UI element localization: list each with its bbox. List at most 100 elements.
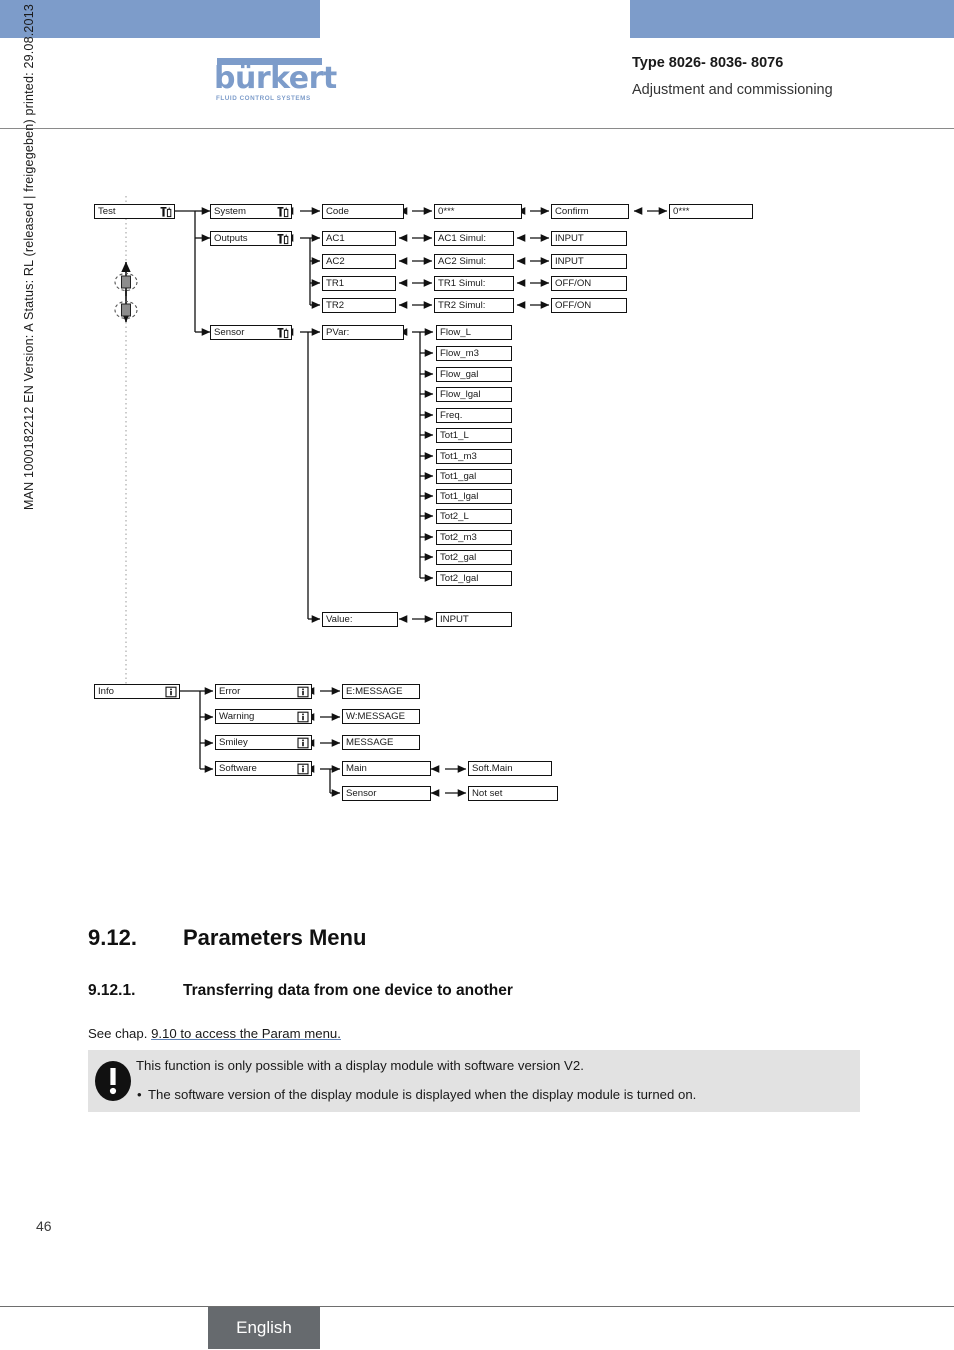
pvar-option-label: Flow_gal <box>440 369 479 380</box>
menu-label-test: Test <box>98 206 116 217</box>
note-bullet-marker: • <box>137 1087 142 1102</box>
menu-box-software[interactable]: Software <box>215 761 312 776</box>
menu-box-code-value[interactable]: 0*** <box>434 204 522 219</box>
pvar-option[interactable]: Tot2_lgal <box>436 571 512 586</box>
see-chapter-link[interactable]: 9.10 to access the Param menu. <box>151 1026 341 1041</box>
pvar-option-label: Tot1_L <box>440 430 469 441</box>
nav-button-down-icon <box>114 300 138 320</box>
menu-label-tr2-value: OFF/ON <box>555 300 592 311</box>
menu-box-tr2-simul[interactable]: TR2 Simul: <box>434 298 514 313</box>
info-icon <box>165 686 177 698</box>
section-heading: 9.12. Parameters Menu <box>88 925 366 951</box>
menu-box-pvar[interactable]: PVar: <box>322 325 404 340</box>
burkert-logo: bürkert FLUID CONTROL SYSTEMS <box>214 58 337 102</box>
subsection-title: Transferring data from one device to ano… <box>183 982 513 999</box>
pvar-option[interactable]: Freq. <box>436 408 512 423</box>
header-divider <box>0 128 954 129</box>
menu-box-info[interactable]: Info <box>94 684 180 699</box>
menu-box-ac1-simul[interactable]: AC1 Simul: <box>434 231 514 246</box>
test-tool-icon <box>277 233 289 245</box>
menu-label-value: Value: <box>326 614 353 625</box>
menu-box-value-input[interactable]: INPUT <box>436 612 512 627</box>
menu-label-sensor: Sensor <box>214 327 245 338</box>
pvar-option-label: Flow_L <box>440 327 471 338</box>
menu-box-tr1-simul[interactable]: TR1 Simul: <box>434 276 514 291</box>
footer-divider <box>0 1306 954 1307</box>
info-icon <box>297 711 309 723</box>
menu-box-tr2-value[interactable]: OFF/ON <box>551 298 627 313</box>
menu-box-ac2[interactable]: AC2 <box>322 254 396 269</box>
pvar-option[interactable]: Flow_m3 <box>436 346 512 361</box>
menu-box-smiley-message[interactable]: MESSAGE <box>342 735 420 750</box>
menu-box-ac2-simul[interactable]: AC2 Simul: <box>434 254 514 269</box>
menu-box-warning[interactable]: Warning <box>215 709 312 724</box>
pvar-option[interactable]: Flow_gal <box>436 367 512 382</box>
menu-box-software-main[interactable]: Main <box>342 761 431 776</box>
pvar-option-label: Tot2_L <box>440 511 469 522</box>
menu-box-software-sensor[interactable]: Sensor <box>342 786 431 801</box>
margin-document-id: MAN 1000182212 EN Version: A Status: RL … <box>22 3 36 510</box>
menu-label-info: Info <box>98 686 115 697</box>
menu-label-software-sensor: Sensor <box>346 788 377 799</box>
menu-label-confirm-value: 0*** <box>673 206 690 217</box>
menu-box-software-sensor-value[interactable]: Not set <box>468 786 558 801</box>
menu-box-smiley[interactable]: Smiley <box>215 735 312 750</box>
pvar-option[interactable]: Flow_L <box>436 325 512 340</box>
page-number: 46 <box>36 1218 52 1234</box>
subsection-number: 9.12.1. <box>88 982 136 999</box>
menu-box-tr2[interactable]: TR2 <box>322 298 396 313</box>
pvar-option[interactable]: Tot1_L <box>436 428 512 443</box>
pvar-option[interactable]: Tot1_gal <box>436 469 512 484</box>
footer-language-badge: English <box>208 1307 320 1349</box>
menu-box-tr1-value[interactable]: OFF/ON <box>551 276 627 291</box>
menu-box-confirm[interactable]: Confirm <box>551 204 629 219</box>
menu-box-ac1-value[interactable]: INPUT <box>551 231 627 246</box>
menu-label-tr2: TR2 <box>326 300 345 311</box>
test-tool-icon <box>277 206 289 218</box>
pvar-option-label: Freq. <box>440 410 463 421</box>
menu-box-test[interactable]: Test <box>94 204 175 219</box>
note-callout: This function is only possible with a di… <box>88 1050 860 1112</box>
pvar-option[interactable]: Tot1_m3 <box>436 449 512 464</box>
menu-box-tr1[interactable]: TR1 <box>322 276 396 291</box>
header-bar-right <box>630 0 954 38</box>
menu-label-pvar: PVar: <box>326 327 350 338</box>
menu-box-system[interactable]: System <box>210 204 292 219</box>
menu-box-software-main-value[interactable]: Soft.Main <box>468 761 552 776</box>
pvar-option[interactable]: Flow_lgal <box>436 387 512 402</box>
menu-box-ac1[interactable]: AC1 <box>322 231 396 246</box>
pvar-option[interactable]: Tot2_m3 <box>436 530 512 545</box>
menu-label-software-main: Main <box>346 763 367 774</box>
menu-box-confirm-value[interactable]: 0*** <box>669 204 753 219</box>
section-title: Parameters Menu <box>183 925 367 950</box>
menu-label-system: System <box>214 206 246 217</box>
menu-box-sensor[interactable]: Sensor <box>210 325 292 340</box>
menu-box-warning-message[interactable]: W:MESSAGE <box>342 709 420 724</box>
menu-label-ac2-simul: AC2 Simul: <box>438 256 486 267</box>
menu-label-warning: Warning <box>219 711 255 722</box>
header-type-line: Type 8026- 8036- 8076 <box>632 55 784 71</box>
menu-box-value[interactable]: Value: <box>322 612 398 627</box>
menu-label-code: Code <box>326 206 349 217</box>
pvar-option[interactable]: Tot2_L <box>436 509 512 524</box>
pvar-option[interactable]: Tot2_gal <box>436 550 512 565</box>
menu-box-outputs[interactable]: Outputs <box>210 231 292 246</box>
menu-label-value-input: INPUT <box>440 614 469 625</box>
logo-tagline: FLUID CONTROL SYSTEMS <box>216 95 311 102</box>
section-number: 9.12. <box>88 925 137 950</box>
pvar-option[interactable]: Tot1_lgal <box>436 489 512 504</box>
info-icon <box>297 686 309 698</box>
menu-box-code[interactable]: Code <box>322 204 404 219</box>
info-icon <box>297 737 309 749</box>
nav-button-up-icon <box>114 272 138 292</box>
subsection-heading: 9.12.1. Transferring data from one device… <box>88 982 513 1000</box>
menu-box-ac2-value[interactable]: INPUT <box>551 254 627 269</box>
menu-box-error[interactable]: Error <box>215 684 312 699</box>
pvar-option-label: Tot1_gal <box>440 471 477 482</box>
logo-wordmark: bürkert <box>214 61 337 96</box>
menu-label-tr1-simul: TR1 Simul: <box>438 278 486 289</box>
header-bar-left <box>0 0 320 38</box>
pvar-option-label: Tot1_lgal <box>440 491 479 502</box>
menu-box-error-message[interactable]: E:MESSAGE <box>342 684 420 699</box>
menu-label-tr1: TR1 <box>326 278 345 289</box>
